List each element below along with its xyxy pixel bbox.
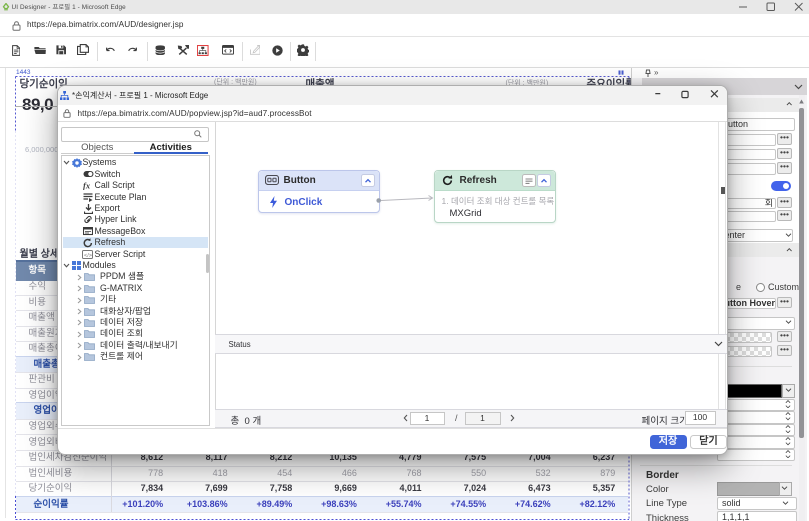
svg-text:</>: </> bbox=[84, 252, 92, 258]
svg-text:fx: fx bbox=[83, 181, 91, 190]
